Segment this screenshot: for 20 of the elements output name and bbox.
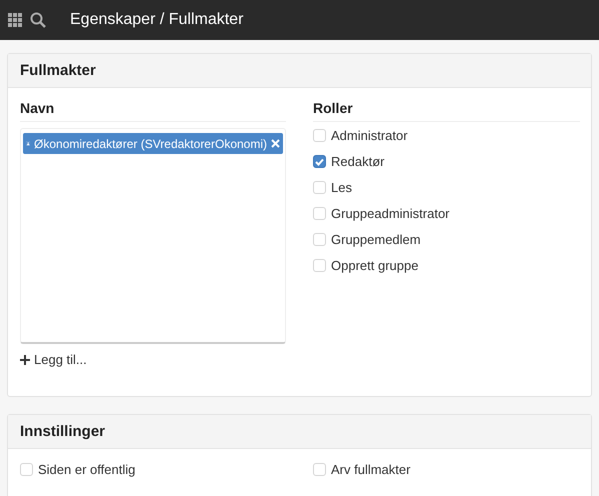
checkbox-label: Redaktør <box>331 154 384 169</box>
remove-icon[interactable] <box>271 139 280 148</box>
checkbox-label: Arv fullmakter <box>331 462 410 477</box>
checkbox-label: Gruppemedlem <box>331 232 421 247</box>
checkbox-label: Les <box>331 180 352 195</box>
apps-grid-icon[interactable] <box>8 13 22 27</box>
search-icon[interactable] <box>30 12 46 28</box>
checkbox-label: Opprett gruppe <box>331 258 418 273</box>
page-title: Egenskaper / Fullmakter <box>70 11 244 29</box>
checkbox-label: Gruppeadministrator <box>331 206 450 221</box>
checkbox-label: Administrator <box>331 128 408 143</box>
column-heading: Navn <box>20 100 54 116</box>
column-heading: Roller <box>313 100 353 116</box>
add-link[interactable]: Legg til... <box>20 352 87 367</box>
panel-title: Innstillinger <box>20 423 106 440</box>
group-tag[interactable]: Økonomiredaktører (SVredaktorerOkonomi) <box>23 133 283 154</box>
checkbox-label: Siden er offentlig <box>38 462 136 477</box>
panel-title: Fullmakter <box>20 62 96 79</box>
plus-icon <box>20 354 30 364</box>
checkbox[interactable] <box>313 155 326 168</box>
